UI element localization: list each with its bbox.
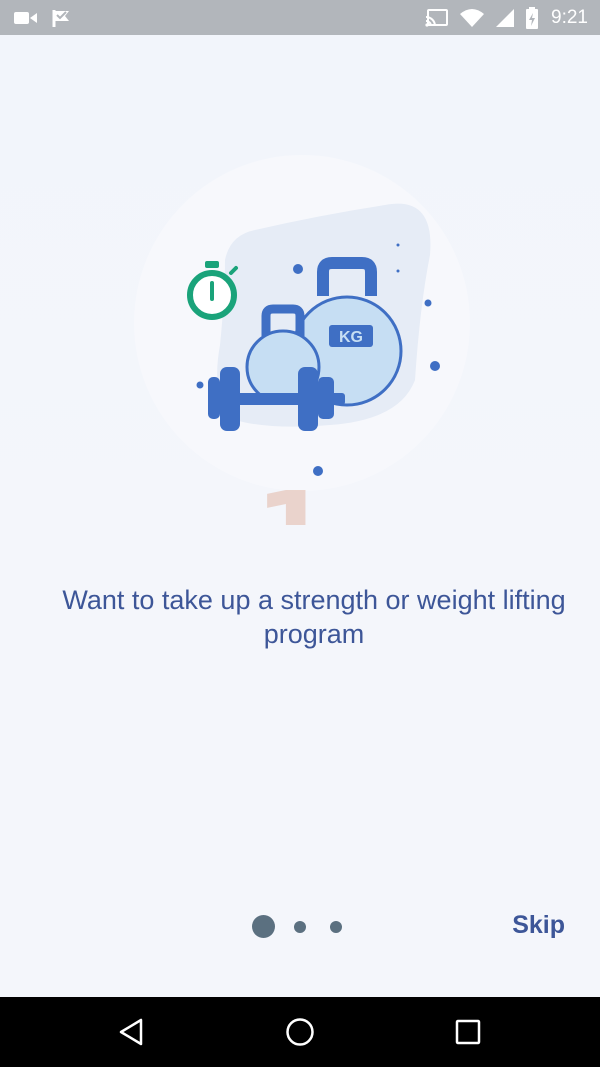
signal-icon (496, 8, 515, 27)
step-number: 1 (255, 468, 332, 525)
battery-icon (526, 6, 539, 29)
confetti-dot (318, 270, 324, 276)
recents-button[interactable] (428, 997, 508, 1067)
page-indicator (250, 915, 350, 939)
kettlebell-label: KG (339, 329, 363, 346)
home-icon (286, 1018, 314, 1046)
video-camera-icon (14, 11, 37, 24)
status-right-icons: 9:21 (425, 0, 588, 35)
onboarding-illustration: KG 1 (134, 155, 470, 525)
page-dot[interactable] (294, 921, 306, 933)
page-dot-active[interactable] (252, 915, 275, 938)
confetti-dot (293, 264, 303, 274)
cast-icon (425, 8, 449, 27)
confetti-dot (424, 299, 432, 307)
confetti-dot (430, 361, 440, 371)
page-dot[interactable] (330, 921, 342, 933)
confetti-dot (396, 243, 400, 247)
navigation-bar (0, 997, 600, 1067)
confetti-dot (196, 381, 204, 389)
onboarding-headline: Want to take up a strength or weight lif… (62, 585, 566, 649)
recents-icon (455, 1019, 481, 1045)
confetti-dot (396, 269, 400, 273)
wifi-icon (460, 8, 485, 27)
home-button[interactable] (260, 997, 340, 1067)
status-time: 9:21 (551, 6, 588, 28)
status-bar: 9:21 (0, 0, 600, 35)
onboarding-screen: KG 1 Want to take up a strength or weigh… (0, 35, 600, 997)
back-icon (119, 1018, 143, 1046)
status-left-icons (14, 0, 72, 35)
skip-button[interactable]: Skip (512, 911, 565, 940)
flag-notification-icon (52, 9, 69, 27)
back-button[interactable] (92, 997, 172, 1067)
